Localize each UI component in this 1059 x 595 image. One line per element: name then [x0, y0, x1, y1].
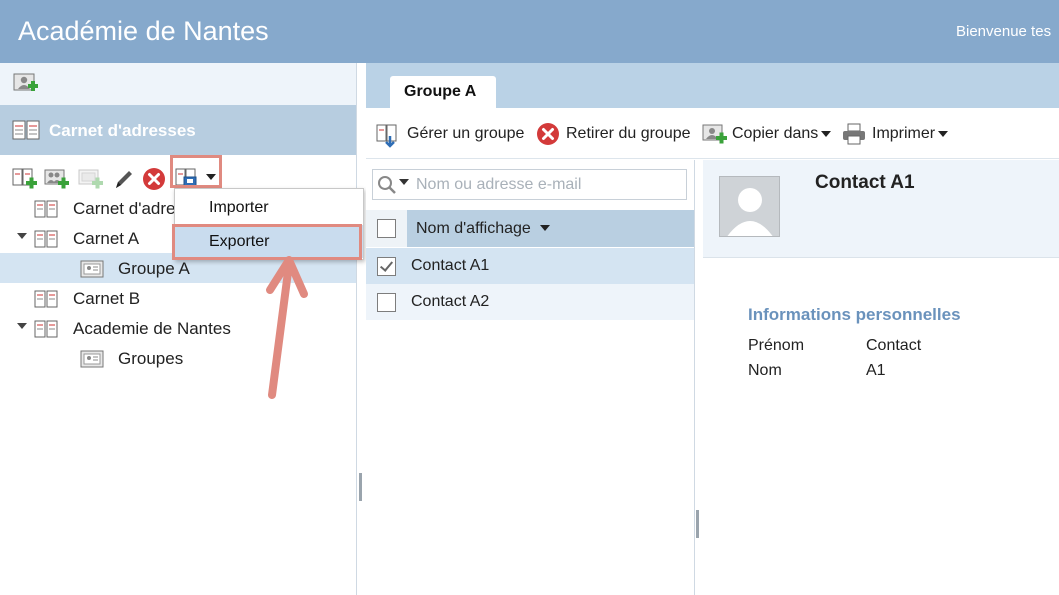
column-header-label: Nom d'affichage [416, 220, 531, 237]
avatar [719, 176, 780, 237]
remove-icon [537, 123, 559, 145]
chevron-down-icon [821, 130, 832, 137]
add-contact-icon[interactable] [13, 73, 39, 100]
vertical-splitter[interactable] [359, 473, 362, 501]
book-icon [34, 320, 58, 343]
tree-item-label: Groupes [118, 349, 184, 368]
contact-detail-name: Contact A1 [815, 172, 915, 193]
book-icon [34, 290, 58, 313]
contact-row[interactable]: Contact A2 [366, 284, 694, 320]
delete-icon[interactable] [142, 167, 166, 196]
group-icon [80, 260, 104, 283]
tab-label: Groupe A [404, 83, 477, 100]
app-title: Académie de Nantes [18, 16, 269, 46]
add-group-icon[interactable] [44, 167, 70, 196]
print-button[interactable]: Imprimer [842, 122, 957, 146]
annotation-arrow-icon [266, 256, 308, 399]
tree-item-label: Academie de Nantes [73, 319, 231, 338]
add-subgroup-icon [78, 167, 104, 196]
tree-item-label: Groupe A [118, 259, 190, 278]
menu-item-label: Importer [209, 199, 269, 216]
field-value-last-name: A1 [866, 362, 886, 379]
printer-icon [843, 123, 865, 145]
contact-list-pane: Nom d'affichage Contact A1 Contact A2 [366, 160, 699, 595]
contact-name: Contact A1 [411, 257, 490, 274]
print-label: Imprimer [872, 125, 949, 143]
addressbook-icon [12, 120, 40, 145]
addressbook-section-header[interactable]: Carnet d'adresses [0, 105, 356, 155]
search-box [372, 169, 687, 200]
row-checkbox[interactable] [377, 293, 396, 312]
chevron-down-icon [938, 130, 949, 137]
chevron-down-icon[interactable] [206, 174, 216, 180]
edit-pencil-icon[interactable] [113, 167, 135, 196]
add-addressbook-icon[interactable] [12, 167, 38, 196]
search-input[interactable] [416, 174, 681, 196]
list-header: Nom d'affichage [366, 210, 694, 247]
contact-detail-header: Contact A1 [703, 160, 1059, 258]
column-header-display-name[interactable]: Nom d'affichage [407, 210, 694, 247]
tree-item-label: Carnet d'adre [73, 199, 176, 218]
select-all-checkbox[interactable] [377, 219, 396, 238]
manage-group-icon [376, 124, 397, 148]
menu-item-importer[interactable]: Importer [175, 191, 363, 224]
expand-toggle-icon[interactable] [17, 233, 27, 239]
manage-group-button[interactable]: Gérer un groupe [376, 122, 531, 148]
app-header: Académie de Nantes Bienvenue tes [0, 0, 1059, 63]
tree-item-label: Carnet A [73, 229, 140, 248]
field-label-last-name: Nom [748, 362, 782, 379]
copy-to-label: Copier dans [732, 125, 832, 143]
search-icon[interactable] [377, 175, 397, 195]
expand-toggle-icon[interactable] [17, 323, 27, 329]
copy-to-button[interactable]: Copier dans [702, 122, 837, 146]
personal-info-title: Informations personnelles [748, 305, 961, 324]
sort-chevron-icon [540, 225, 550, 231]
field-value-first-name: Contact [866, 337, 922, 354]
search-options-chevron-icon[interactable] [399, 179, 409, 185]
copy-contact-icon [702, 124, 727, 144]
contact-detail-pane: Contact A1 Informations personnelles Pré… [703, 160, 1059, 595]
book-icon [34, 230, 58, 253]
manage-group-label: Gérer un groupe [407, 125, 525, 142]
print-text: Imprimer [872, 125, 936, 142]
contact-name: Contact A2 [411, 293, 490, 310]
section-title: Carnet d'adresses [49, 121, 196, 140]
left-top-bar [0, 63, 356, 105]
person-silhouette-icon [727, 188, 773, 236]
tab-groupe-a[interactable]: Groupe A [390, 76, 496, 109]
vertical-splitter[interactable] [696, 510, 699, 538]
copy-to-text: Copier dans [732, 125, 819, 142]
welcome-text: Bienvenue tes [956, 23, 1052, 40]
contact-row[interactable]: Contact A1 [366, 248, 694, 284]
remove-from-group-button[interactable]: Retirer du groupe [536, 122, 696, 146]
group-icon [80, 350, 104, 373]
export-highlight-box [170, 155, 222, 188]
tab-bar: Groupe A [366, 63, 1059, 109]
field-label-first-name: Prénom [748, 337, 805, 354]
remove-from-group-label: Retirer du groupe [566, 125, 691, 142]
main-toolbar: Gérer un groupe Retirer du groupe Copier… [366, 109, 1059, 159]
book-icon [34, 200, 58, 223]
tree-item-label: Carnet B [73, 289, 141, 308]
row-checkbox[interactable] [377, 257, 396, 276]
